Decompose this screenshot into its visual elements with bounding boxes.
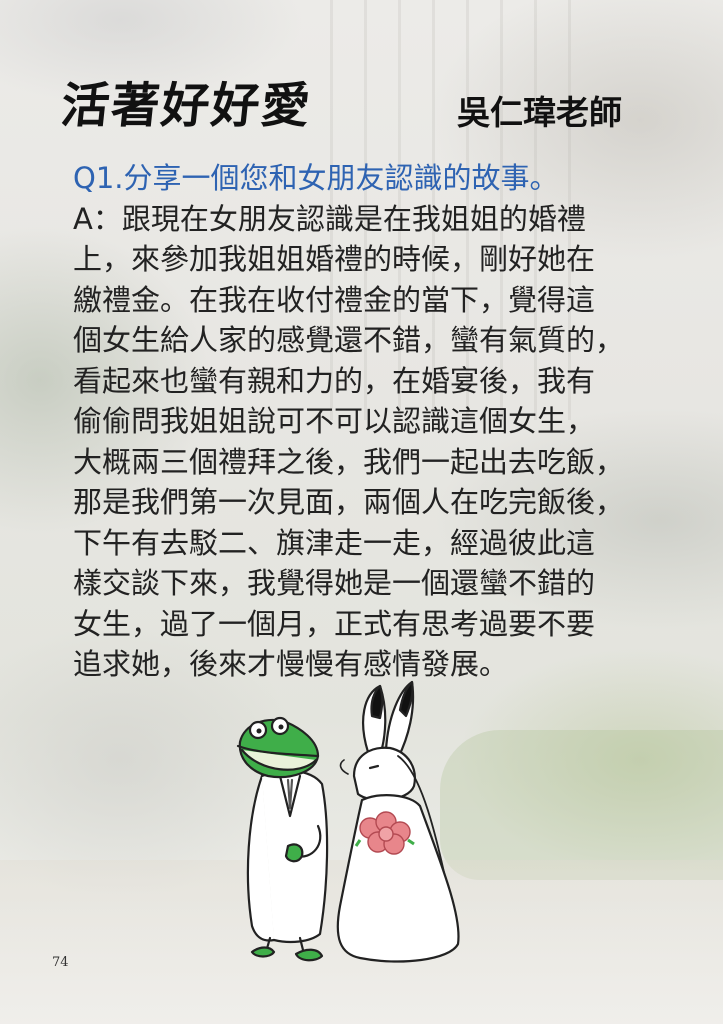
question-line: Q1.分享一個您和女朋友認識的故事。 bbox=[73, 161, 559, 195]
answer-line: A：跟現在女朋友認識是在我姐姐的婚禮 bbox=[73, 201, 586, 236]
article-body: Q1.分享一個您和女朋友認識的故事。 A：跟現在女朋友認識是在我姐姐的婚禮 上，… bbox=[73, 158, 663, 685]
page-title: 活著好好愛 bbox=[58, 78, 315, 134]
frog-groom-icon bbox=[236, 716, 329, 962]
answer-line: 樣交談下來，我覺得她是一個還蠻不錯的 bbox=[73, 566, 596, 600]
answer-line: 看起來也蠻有親和力的，在婚宴後，我有 bbox=[73, 363, 596, 398]
answer-line: 大概兩三個禮拜之後，我們一起出去吃飯， bbox=[73, 444, 625, 479]
answer-line: 個女生給人家的感覺還不錯，蠻有氣質的， bbox=[73, 323, 625, 357]
author-name: 吳仁瑋老師 bbox=[457, 93, 622, 132]
answer-line: 那是我們第一次見面，兩個人在吃完飯後， bbox=[73, 485, 625, 519]
answer-line: 上，來參加我姐姐婚禮的時候，剛好她在 bbox=[73, 242, 596, 276]
wedding-illustration bbox=[236, 680, 460, 963]
page-number: 74 bbox=[52, 955, 69, 970]
answer-line: 下午有去駁二、旗津走一走，經過彼此這 bbox=[73, 525, 596, 560]
answer-line: 女生，過了一個月，正式有思考過要不要 bbox=[73, 606, 596, 641]
answer-line: 繳禮金。在我在收付禮金的當下，覺得這 bbox=[73, 282, 596, 317]
answer-line: 偷偷問我姐姐說可不可以認識這個女生， bbox=[73, 404, 596, 438]
